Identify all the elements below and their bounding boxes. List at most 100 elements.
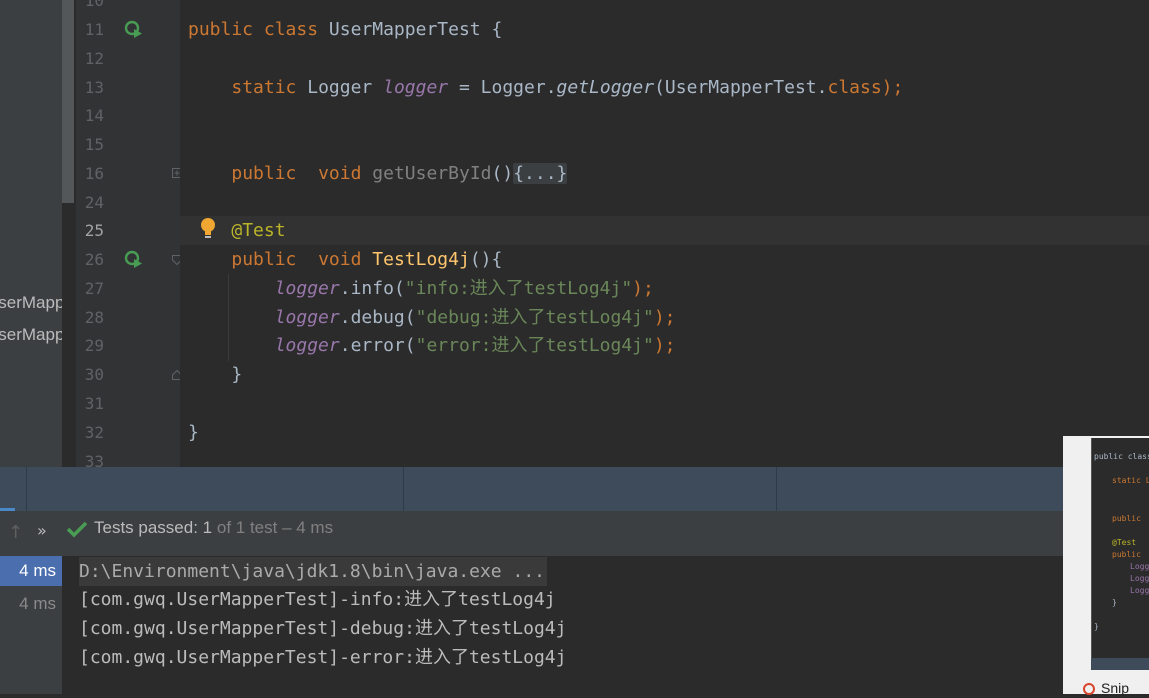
token: );	[653, 335, 676, 356]
token: public	[231, 249, 297, 270]
token: ()	[491, 163, 514, 184]
thumbnail-line: Logg	[1130, 586, 1149, 595]
thumbnail-toolbar	[1091, 658, 1149, 670]
token: getLogger	[556, 77, 655, 98]
test-tree-panel: 4 ms 4 ms	[0, 556, 62, 694]
token: }	[188, 422, 199, 443]
line-number: 11	[84, 20, 104, 39]
run-test-class-icon[interactable]	[124, 20, 144, 40]
current-line-highlight	[180, 216, 1149, 245]
token: Logger	[307, 77, 373, 98]
token: );	[632, 278, 654, 299]
tab-separator	[403, 467, 404, 511]
tab-separator	[26, 467, 27, 511]
code-line-debug-call: logger.debug("debug:进入了testLog4j");	[188, 303, 676, 332]
code-line-annotation: @Test	[188, 216, 286, 245]
test-tree-row-selected[interactable]: 4 ms	[0, 556, 62, 586]
test-tree-row[interactable]: 4 ms	[0, 589, 62, 619]
code-line-logger-decl: static Logger logger = Logger.getLogger(…	[188, 73, 903, 102]
status-prefix: Tests passed:	[94, 518, 203, 537]
window-preview-thumbnail[interactable]: public class static L public @Test publi…	[1063, 436, 1149, 694]
line-number: 15	[84, 135, 104, 154]
token: logger	[274, 335, 340, 356]
arrow-up-icon[interactable]: ↑	[8, 522, 23, 543]
token: @Test	[231, 220, 286, 241]
line-number: 31	[84, 394, 104, 413]
status-passed-count: 1	[202, 518, 213, 537]
project-scrollbar[interactable]	[62, 0, 74, 203]
project-tree-panel: UserMapper UserMapper.xml	[0, 0, 62, 467]
tree-item-usermapper-xml[interactable]: UserMapper.xml	[0, 325, 62, 345]
token: class	[263, 19, 319, 40]
thumbnail-line: public	[1112, 514, 1141, 523]
snip-app-button[interactable]: Snip	[1083, 680, 1149, 698]
line-number: 13	[84, 78, 104, 97]
folded-code-placeholder[interactable]: {...}	[513, 163, 568, 184]
token: error	[350, 335, 405, 356]
token: (	[404, 307, 416, 328]
token: }	[231, 364, 243, 385]
test-status-text: Tests passed: 1 of 1 test – 4 ms	[94, 518, 333, 538]
console-line-command[interactable]: D:\Environment\java\jdk1.8\bin\java.exe …	[79, 557, 547, 586]
line-number: 27	[84, 279, 104, 298]
token: logger	[274, 307, 340, 328]
token: {	[491, 19, 503, 40]
token: class	[827, 77, 882, 98]
tab-separator	[776, 467, 777, 511]
test-duration: 4 ms	[19, 594, 56, 613]
check-icon	[66, 521, 88, 538]
run-tab-strip	[0, 467, 1063, 511]
code-line-folded-method: public void getUserById(){...}	[188, 159, 568, 188]
line-number: 32	[84, 423, 104, 442]
line-number-current: 25	[84, 221, 104, 240]
token: .	[339, 307, 351, 328]
token: (	[404, 335, 416, 356]
line-number: 26	[84, 250, 104, 269]
console-line: [com.gwq.UserMapperTest]-info:进入了testLog…	[79, 589, 556, 610]
token: Logger.	[480, 77, 557, 98]
token: (	[393, 278, 405, 299]
token: public	[231, 163, 297, 184]
code-line-test-method: public void TestLog4j(){	[188, 245, 502, 274]
test-duration: 4 ms	[19, 561, 56, 580]
line-number: 29	[84, 336, 104, 355]
code-line-error-call: logger.error("error:进入了testLog4j");	[188, 331, 676, 360]
token: void	[318, 249, 362, 270]
token: "debug:进入了testLog4j"	[415, 307, 654, 328]
line-number: 28	[84, 308, 104, 327]
line-number: 16	[84, 164, 104, 183]
line-number: 24	[84, 193, 104, 212]
double-chevron-icon[interactable]: »	[37, 521, 47, 540]
thumbnail-line: @Test	[1112, 538, 1137, 547]
line-number: 12	[84, 49, 104, 68]
token: getUserById	[372, 163, 492, 184]
thumbnail-line: public	[1112, 550, 1141, 559]
token: UserMapperTest.	[664, 77, 828, 98]
code-line-info-call: logger.info("info:进入了testLog4j");	[188, 274, 654, 303]
token: );	[881, 77, 904, 98]
code-line-class-close: }	[188, 418, 199, 447]
token: debug	[350, 307, 405, 328]
console-line: [com.gwq.UserMapperTest]-debug:进入了testLo…	[79, 618, 567, 639]
thumbnail-line: Logg	[1130, 562, 1149, 571]
run-test-method-icon[interactable]	[124, 250, 144, 270]
token: void	[318, 163, 362, 184]
code-line-method-close: }	[188, 360, 242, 389]
token: (){	[469, 249, 503, 270]
thumbnail-line: Logg	[1130, 574, 1149, 583]
tree-item-usermapper[interactable]: UserMapper	[0, 293, 62, 313]
thumbnail-line: public class	[1094, 452, 1149, 461]
thumbnail-line: static L	[1112, 476, 1149, 485]
thumbnail-code: public class static L public @Test publi…	[1091, 438, 1149, 660]
token: logger	[383, 77, 449, 98]
token: public	[188, 19, 254, 40]
tree-item-label: UserMapper	[0, 293, 62, 312]
line-number: 30	[84, 365, 104, 384]
token: =	[458, 77, 470, 98]
thumbnail-line: }	[1112, 598, 1117, 607]
token: "error:进入了testLog4j"	[415, 335, 654, 356]
token: );	[653, 307, 676, 328]
token: UserMapperTest	[328, 19, 481, 40]
token: logger	[274, 278, 340, 299]
code-line-class-decl: public class UserMapperTest {	[188, 15, 502, 44]
